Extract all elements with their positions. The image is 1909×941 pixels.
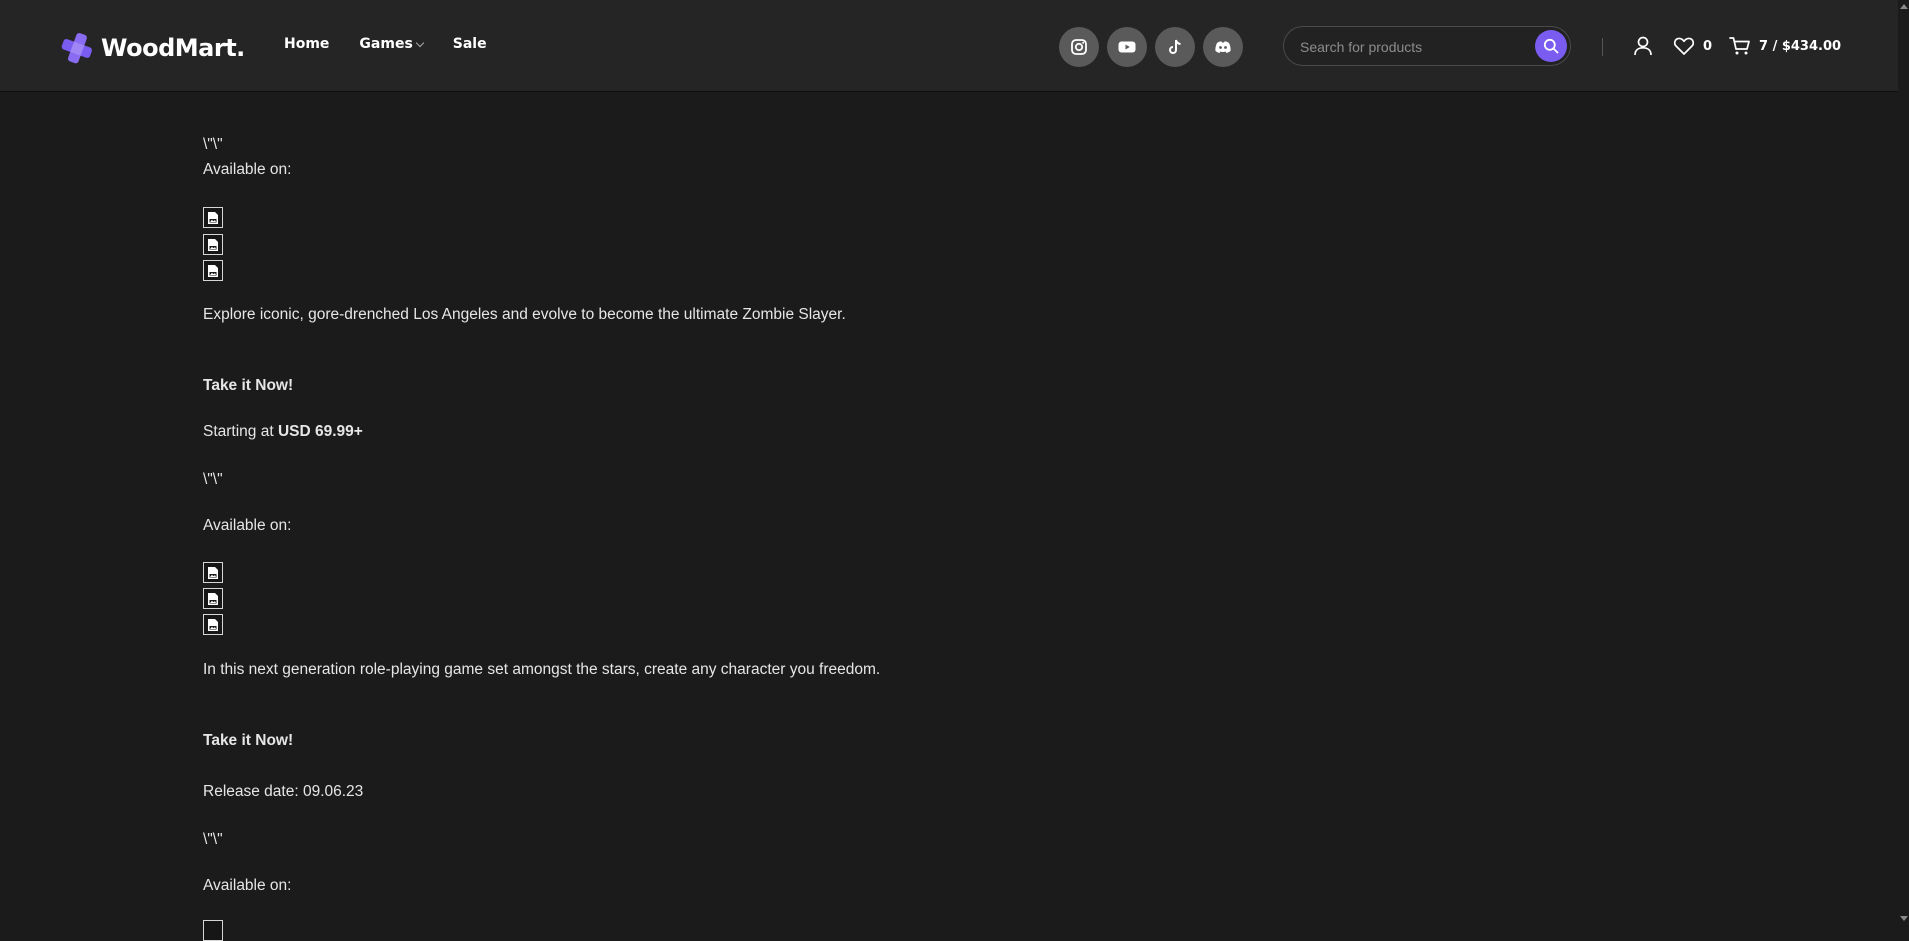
user-icon [1634, 36, 1652, 56]
cart-button[interactable]: 7 / $434.00 [1729, 36, 1841, 56]
youtube-icon [1118, 41, 1136, 53]
platform-image [203, 614, 223, 635]
release-date: Release date: 09.06.23 [203, 783, 364, 800]
broken-image-icon [208, 592, 218, 605]
price-prefix: Starting at [203, 423, 274, 440]
platform-image [203, 562, 223, 583]
quote-text: \"\" [203, 471, 223, 488]
broken-image-icon [208, 211, 218, 224]
scroll-down-arrow[interactable] [1900, 916, 1908, 921]
cart-icon [1729, 37, 1750, 55]
tiktok-icon [1169, 39, 1181, 54]
wishlist-count: 0 [1703, 38, 1713, 54]
nav-games[interactable]: Games [359, 36, 425, 52]
heart-icon [1673, 37, 1695, 55]
game-description: Explore iconic, gore-drenched Los Angele… [203, 306, 846, 323]
platform-image [203, 260, 223, 281]
discord-button[interactable] [1203, 27, 1243, 67]
broken-image-icon [208, 238, 218, 251]
broken-image-icon [208, 264, 218, 277]
platform-image [203, 207, 223, 228]
youtube-button[interactable] [1107, 27, 1147, 67]
brand-logo[interactable]: WoodMart. [59, 30, 245, 66]
game-description: In this next generation role-playing gam… [203, 661, 881, 678]
broken-image-icon [208, 566, 218, 579]
search-input[interactable] [1298, 27, 1522, 67]
header-divider [1602, 38, 1603, 56]
discord-icon [1215, 41, 1231, 53]
search-bar [1283, 26, 1571, 67]
site-header: WoodMart. Home Games Sale Search for pro… [0, 0, 1898, 91]
main-nav: Home Games Sale [284, 36, 517, 52]
platform-image [203, 920, 223, 941]
available-label: Available on: [203, 877, 292, 894]
take-it-now-link[interactable]: Take it Now! [203, 377, 293, 395]
nav-home[interactable]: Home [284, 36, 329, 52]
platform-image [203, 234, 223, 255]
quote-text: \"\" [203, 831, 223, 848]
search-icon [1543, 38, 1559, 54]
nav-games-label: Games [359, 36, 413, 52]
search-button[interactable] [1535, 30, 1567, 62]
price-value: USD 69.99+ [277, 423, 363, 440]
social-links [1059, 27, 1251, 67]
instagram-button[interactable] [1059, 27, 1099, 67]
page-scrollbar[interactable] [1898, 0, 1909, 925]
chevron-down-icon [415, 38, 425, 47]
nav-sale[interactable]: Sale [453, 36, 487, 52]
broken-image-icon [208, 618, 218, 631]
instagram-icon [1071, 39, 1087, 55]
wishlist-button[interactable]: 0 [1673, 36, 1712, 56]
brand-name: WoodMart. [101, 34, 245, 62]
tiktok-button[interactable] [1155, 27, 1195, 67]
price-line: Starting at USD 69.99+ [203, 423, 363, 441]
logo-icon [61, 33, 92, 64]
scroll-up-arrow[interactable] [1900, 4, 1908, 9]
take-it-now-link[interactable]: Take it Now! [203, 732, 293, 750]
available-label: Available on: [203, 161, 292, 178]
available-label: Available on: [203, 517, 292, 534]
cart-summary: 7 / $434.00 [1759, 38, 1842, 54]
account-button[interactable] [1632, 35, 1654, 62]
quote-text: \"\" [203, 136, 223, 153]
platform-image [203, 588, 223, 609]
